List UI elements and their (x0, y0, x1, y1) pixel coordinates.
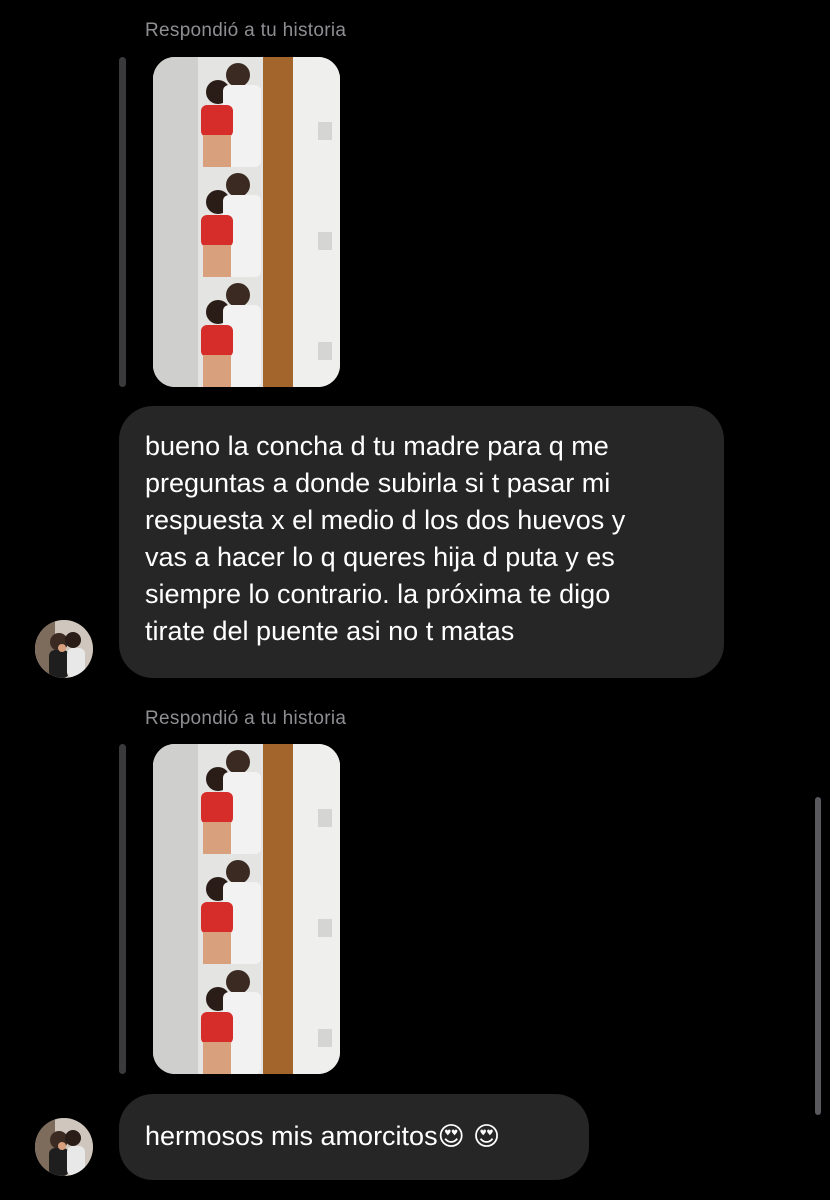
avatar-icon (35, 1118, 93, 1176)
story-photo-frame (153, 744, 340, 854)
story-photo-frame (153, 964, 340, 1074)
avatar[interactable] (35, 1118, 93, 1176)
scrollbar[interactable] (815, 797, 821, 1115)
message-text-line: preguntas a donde subirla si t pasar mi (145, 468, 611, 498)
story-thumbnail[interactable] (153, 57, 340, 387)
avatar-icon (35, 620, 93, 678)
story-photo-frame (153, 854, 340, 964)
avatar[interactable] (35, 620, 93, 678)
reply-label: Respondió a tu historia (145, 20, 347, 41)
reply-quote-bar (119, 57, 126, 387)
reply-quote-bar (119, 744, 126, 1074)
message-text-line: respuesta x el medio d los dos huevos y (145, 505, 626, 535)
message-text-line: bueno la concha d tu madre para q me (145, 431, 609, 461)
message-bubble[interactable]: hermosos mis amorcitos😍 😍 (119, 1094, 589, 1180)
message-text-line: siempre lo contrario. la próxima te digo (145, 579, 611, 609)
story-photo-frame (153, 167, 340, 277)
story-thumbnail[interactable] (153, 744, 340, 1074)
message-bubble[interactable]: bueno la concha d tu madre para q me pre… (119, 406, 724, 678)
story-photo-frame (153, 277, 340, 387)
reply-label: Respondió a tu historia (145, 708, 347, 729)
message-text-line: vas a hacer lo q queres hija d puta y es (145, 542, 615, 572)
story-photo-frame (153, 57, 340, 167)
message-text-line: tirate del puente asi no t matas (145, 616, 515, 646)
message-text: hermosos mis amorcitos (145, 1121, 438, 1151)
heart-eyes-emoji: 😍 😍 (437, 1122, 501, 1152)
